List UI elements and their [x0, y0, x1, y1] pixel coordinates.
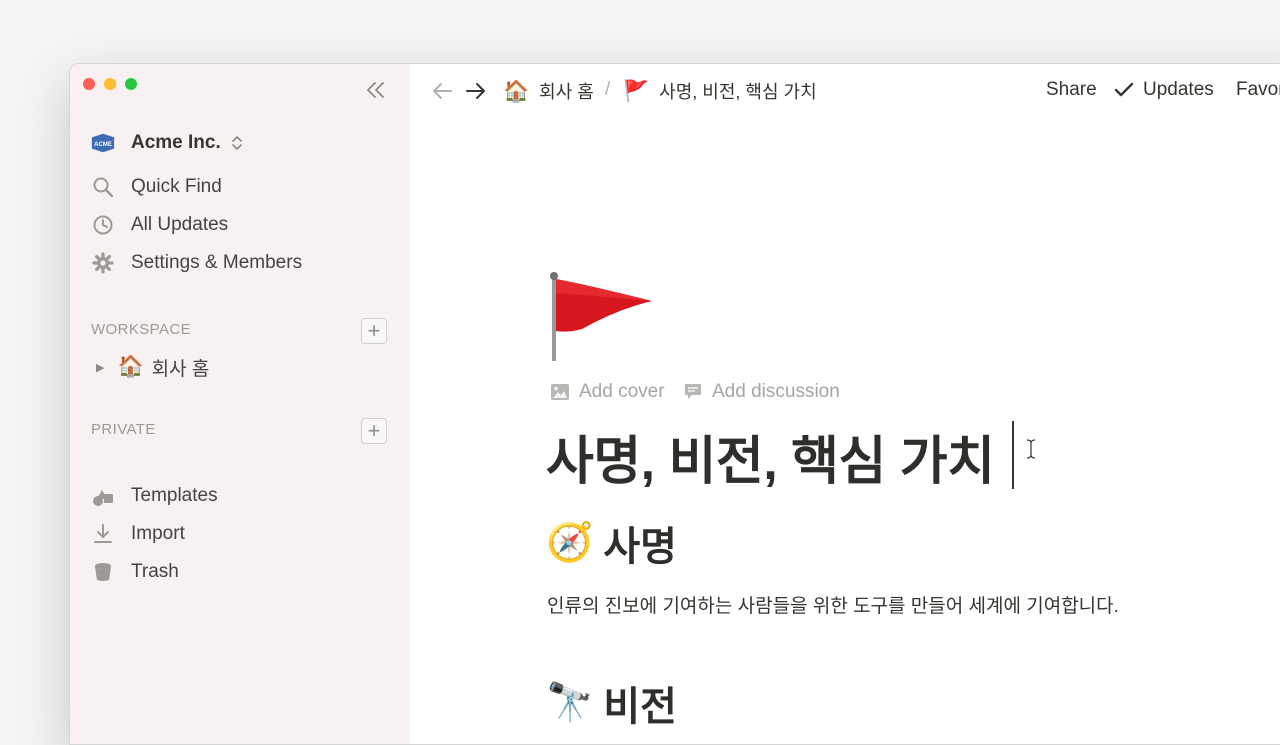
sidebar-item-settings[interactable]: Settings & Members	[90, 248, 302, 278]
breadcrumb-current-page[interactable]: 🚩 사명, 비전, 핵심 가치	[623, 78, 817, 104]
sidebar-item-label: Templates	[131, 485, 218, 506]
double-chevron-left-icon	[367, 82, 384, 98]
add-private-page-button[interactable]: +	[361, 418, 387, 444]
breadcrumb-separator: /	[605, 79, 611, 100]
plus-icon: +	[367, 318, 381, 343]
page-title[interactable]: 사명, 비전, 핵심 가치	[546, 419, 995, 494]
comment-icon	[683, 382, 703, 402]
clock-icon	[90, 212, 116, 238]
sidebar-item-label: Settings & Members	[131, 252, 303, 273]
gear-icon	[90, 250, 116, 276]
sidebar-page-label: 회사 홈	[151, 358, 210, 380]
add-discussion-button[interactable]: Add discussion	[683, 381, 840, 403]
search-icon	[90, 174, 116, 200]
back-button[interactable]	[430, 78, 456, 104]
zoom-window-button[interactable]	[125, 78, 137, 90]
updown-chevron-icon	[230, 133, 244, 153]
private-section-label: PRIVATE	[91, 421, 156, 438]
minimize-window-button[interactable]	[104, 78, 116, 90]
sidebar-item-trash[interactable]: Trash	[90, 557, 179, 587]
updates-button[interactable]: Updates	[1114, 79, 1214, 101]
share-label: Share	[1046, 79, 1097, 100]
breadcrumb-home[interactable]: 🏠 회사 홈	[503, 78, 594, 104]
add-cover-label: Add cover	[579, 381, 665, 402]
checkmark-icon	[1114, 82, 1134, 97]
text-caret	[1012, 421, 1014, 489]
red-flag-icon: 🚩	[623, 79, 650, 103]
sidebar-item-import[interactable]: Import	[90, 519, 185, 549]
workspace-section-label: WORKSPACE	[91, 321, 192, 338]
sidebar-page-home[interactable]: ▶ 🏠 회사 홈	[96, 352, 209, 382]
add-cover-button[interactable]: Add cover	[550, 381, 665, 403]
section-heading-vision[interactable]: 🔭 비전	[546, 674, 677, 732]
sidebar-item-label: Import	[131, 523, 185, 544]
workspace-switcher[interactable]: ACME Acme Inc.	[90, 128, 244, 158]
favorite-button[interactable]: Favorite	[1236, 79, 1280, 101]
breadcrumb-label: 회사 홈	[539, 82, 594, 102]
shapes-icon	[90, 483, 116, 509]
expand-triangle-icon[interactable]: ▶	[96, 361, 104, 374]
text-cursor-icon	[1026, 439, 1036, 459]
collapse-sidebar-button[interactable]	[364, 78, 388, 102]
sidebar-item-label: Trash	[131, 561, 179, 582]
topbar: 🏠 회사 홈 / 🚩 사명, 비전, 핵심 가치 Share Updates F…	[409, 64, 1280, 118]
image-icon	[550, 382, 570, 402]
window-controls	[83, 78, 137, 90]
favorite-label: Favorite	[1236, 79, 1280, 100]
sidebar-item-label: All Updates	[131, 214, 229, 235]
app-window: ACME Acme Inc. Quick Find All Updates Se…	[69, 63, 1280, 745]
workspace-name: Acme Inc.	[131, 132, 221, 153]
telescope-icon: 🔭	[546, 682, 594, 724]
house-icon: 🏠	[117, 355, 144, 378]
updates-label: Updates	[1143, 79, 1214, 100]
acme-logo-text: ACME	[94, 142, 112, 148]
sidebar: ACME Acme Inc. Quick Find All Updates Se…	[70, 64, 409, 744]
section-heading-mission[interactable]: 🧭 사명	[546, 514, 677, 572]
breadcrumb-label: 사명, 비전, 핵심 가치	[659, 82, 817, 102]
plus-icon: +	[367, 418, 381, 443]
sidebar-item-label: Quick Find	[131, 176, 222, 197]
workspace-logo-icon: ACME	[90, 130, 116, 156]
arrow-right-icon	[466, 83, 485, 99]
compass-icon: 🧭	[546, 522, 594, 564]
close-window-button[interactable]	[83, 78, 95, 90]
sidebar-item-all-updates[interactable]: All Updates	[90, 210, 228, 240]
arrow-left-icon	[433, 83, 452, 99]
sidebar-item-quick-find[interactable]: Quick Find	[90, 172, 222, 202]
trash-icon	[90, 559, 116, 585]
download-icon	[90, 521, 116, 547]
share-button[interactable]: Share	[1046, 79, 1097, 101]
house-icon: 🏠	[503, 79, 530, 103]
heading-text: 비전	[603, 685, 677, 729]
sidebar-item-templates[interactable]: Templates	[90, 481, 218, 511]
heading-text: 사명	[603, 525, 677, 569]
mission-paragraph[interactable]: 인류의 진보에 기여하는 사람들을 위한 도구를 만들어 세계에 기여합니다.	[547, 591, 1119, 618]
page-icon-red-flag[interactable]	[548, 271, 658, 363]
add-discussion-label: Add discussion	[712, 381, 840, 402]
add-workspace-page-button[interactable]: +	[361, 318, 387, 344]
forward-button[interactable]	[463, 78, 489, 104]
